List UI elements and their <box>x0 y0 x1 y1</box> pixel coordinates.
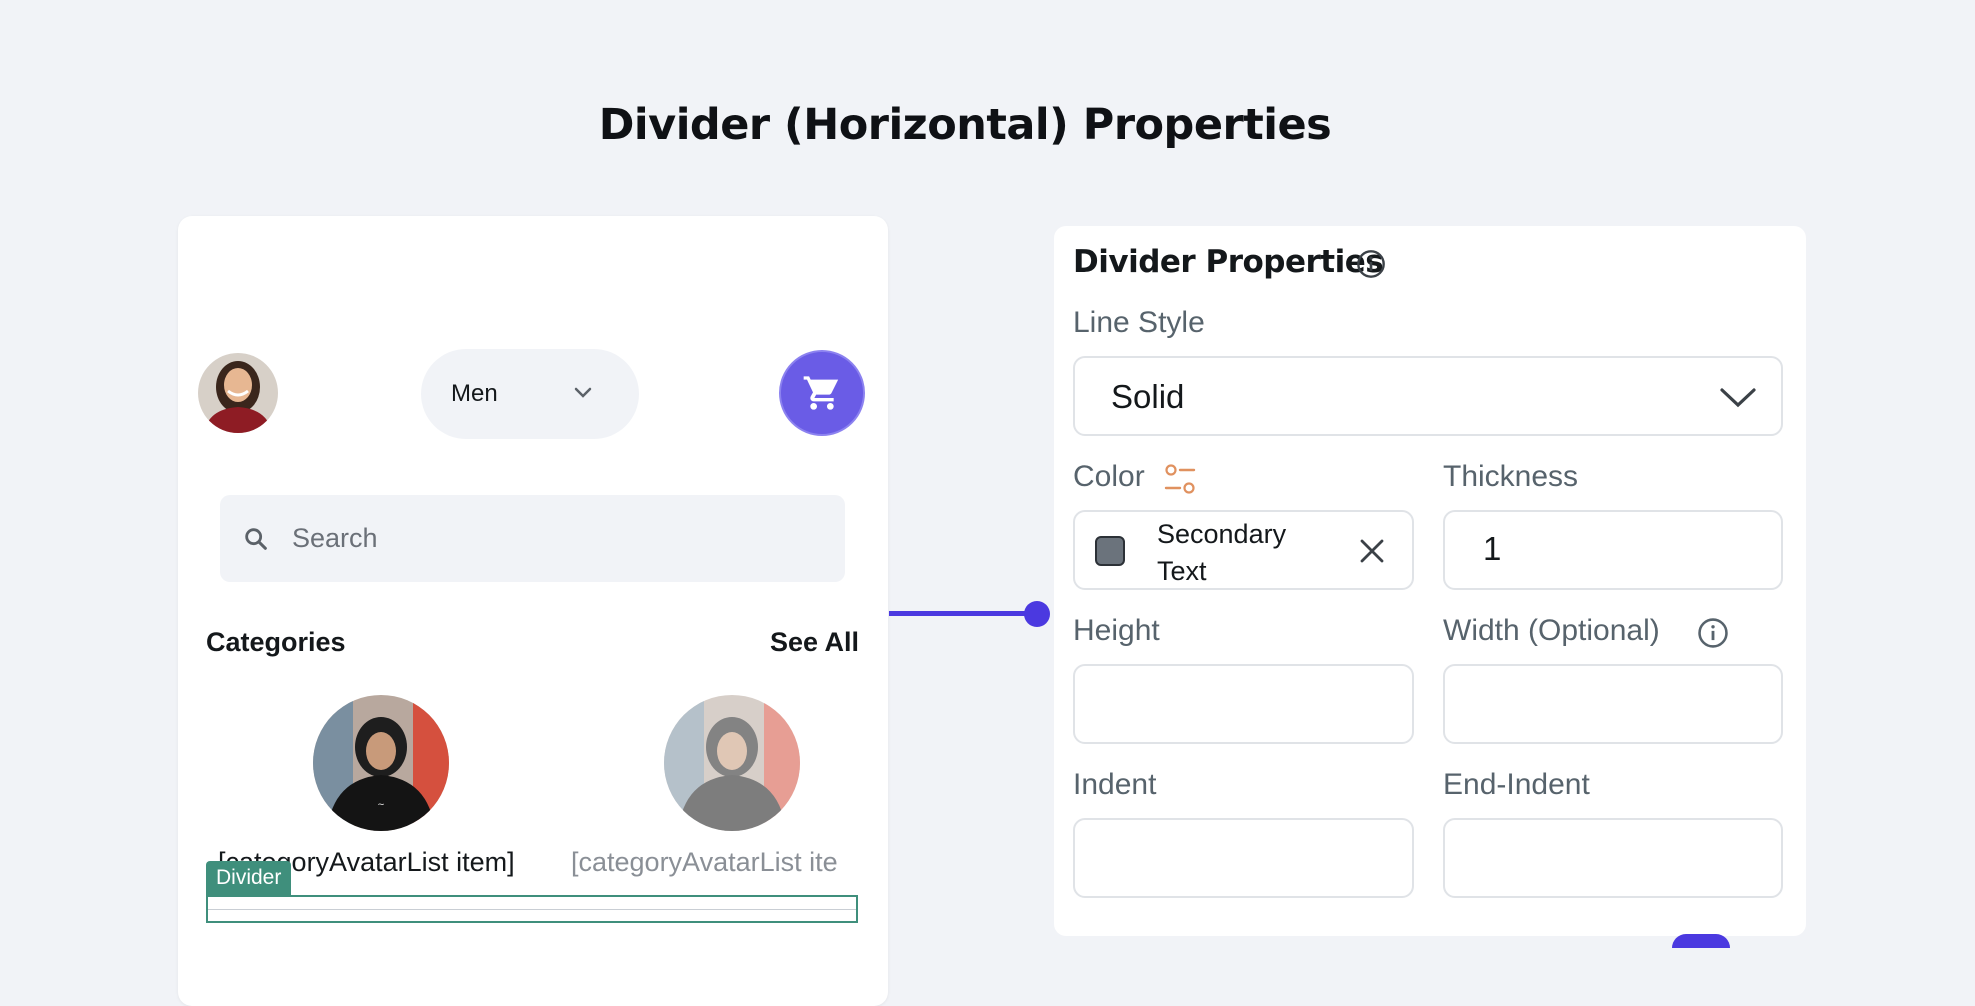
selected-divider[interactable] <box>206 895 858 923</box>
connector-dot <box>1024 601 1050 627</box>
line-style-select[interactable]: Solid <box>1073 356 1783 436</box>
indent-input[interactable] <box>1073 818 1414 898</box>
thickness-input[interactable]: 1 <box>1443 510 1783 590</box>
category-avatar[interactable]: ~ <box>313 695 449 831</box>
end-indent-label: End-Indent <box>1443 768 1590 801</box>
color-value: Secondary Text <box>1157 519 1287 586</box>
divider-line <box>208 909 856 910</box>
avatar[interactable] <box>198 353 278 433</box>
category-dropdown[interactable]: Men <box>421 349 639 439</box>
line-style-label: Line Style <box>1073 306 1205 339</box>
color-picker-field[interactable]: Secondary Text <box>1073 510 1414 590</box>
categories-heading: Categories <box>206 627 346 657</box>
search-icon <box>242 525 270 558</box>
page-title: Divider (Horizontal) Properties <box>598 100 1332 150</box>
end-indent-input[interactable] <box>1443 818 1783 898</box>
close-icon[interactable] <box>1357 536 1387 571</box>
category-avatar[interactable] <box>664 695 800 831</box>
search-placeholder: Search <box>292 523 378 553</box>
category-label: [categoryAvatarList ite <box>571 847 838 877</box>
connector-line <box>889 611 1037 616</box>
see-all-link[interactable]: See All <box>770 627 859 658</box>
phone-preview: Men Search Categories See All ~ [categor… <box>178 216 888 1006</box>
cart-button[interactable] <box>779 350 865 436</box>
chevron-down-icon <box>1719 384 1757 415</box>
line-style-value: Solid <box>1111 378 1185 415</box>
indent-label: Indent <box>1073 768 1157 801</box>
thickness-value: 1 <box>1483 530 1502 567</box>
svg-text:~: ~ <box>377 800 385 810</box>
height-label: Height <box>1073 614 1160 647</box>
dropdown-value: Men <box>451 380 498 407</box>
properties-panel: Divider Properties Line Style Solid Colo… <box>1054 226 1806 936</box>
height-input[interactable] <box>1073 664 1414 744</box>
width-label: Width (Optional) <box>1443 614 1660 647</box>
color-label: Color <box>1073 460 1145 493</box>
panel-title: Divider Properties <box>1073 244 1384 280</box>
info-icon[interactable] <box>1696 616 1730 655</box>
thickness-label: Thickness <box>1443 460 1579 493</box>
sliders-icon[interactable] <box>1162 462 1198 503</box>
width-input[interactable] <box>1443 664 1783 744</box>
chevron-down-icon <box>571 381 595 410</box>
search-input[interactable]: Search <box>220 495 845 582</box>
info-icon[interactable] <box>1355 248 1387 285</box>
floating-action-button[interactable] <box>1672 934 1730 948</box>
selected-widget-tag: Divider <box>206 861 292 895</box>
color-swatch[interactable] <box>1095 536 1125 566</box>
